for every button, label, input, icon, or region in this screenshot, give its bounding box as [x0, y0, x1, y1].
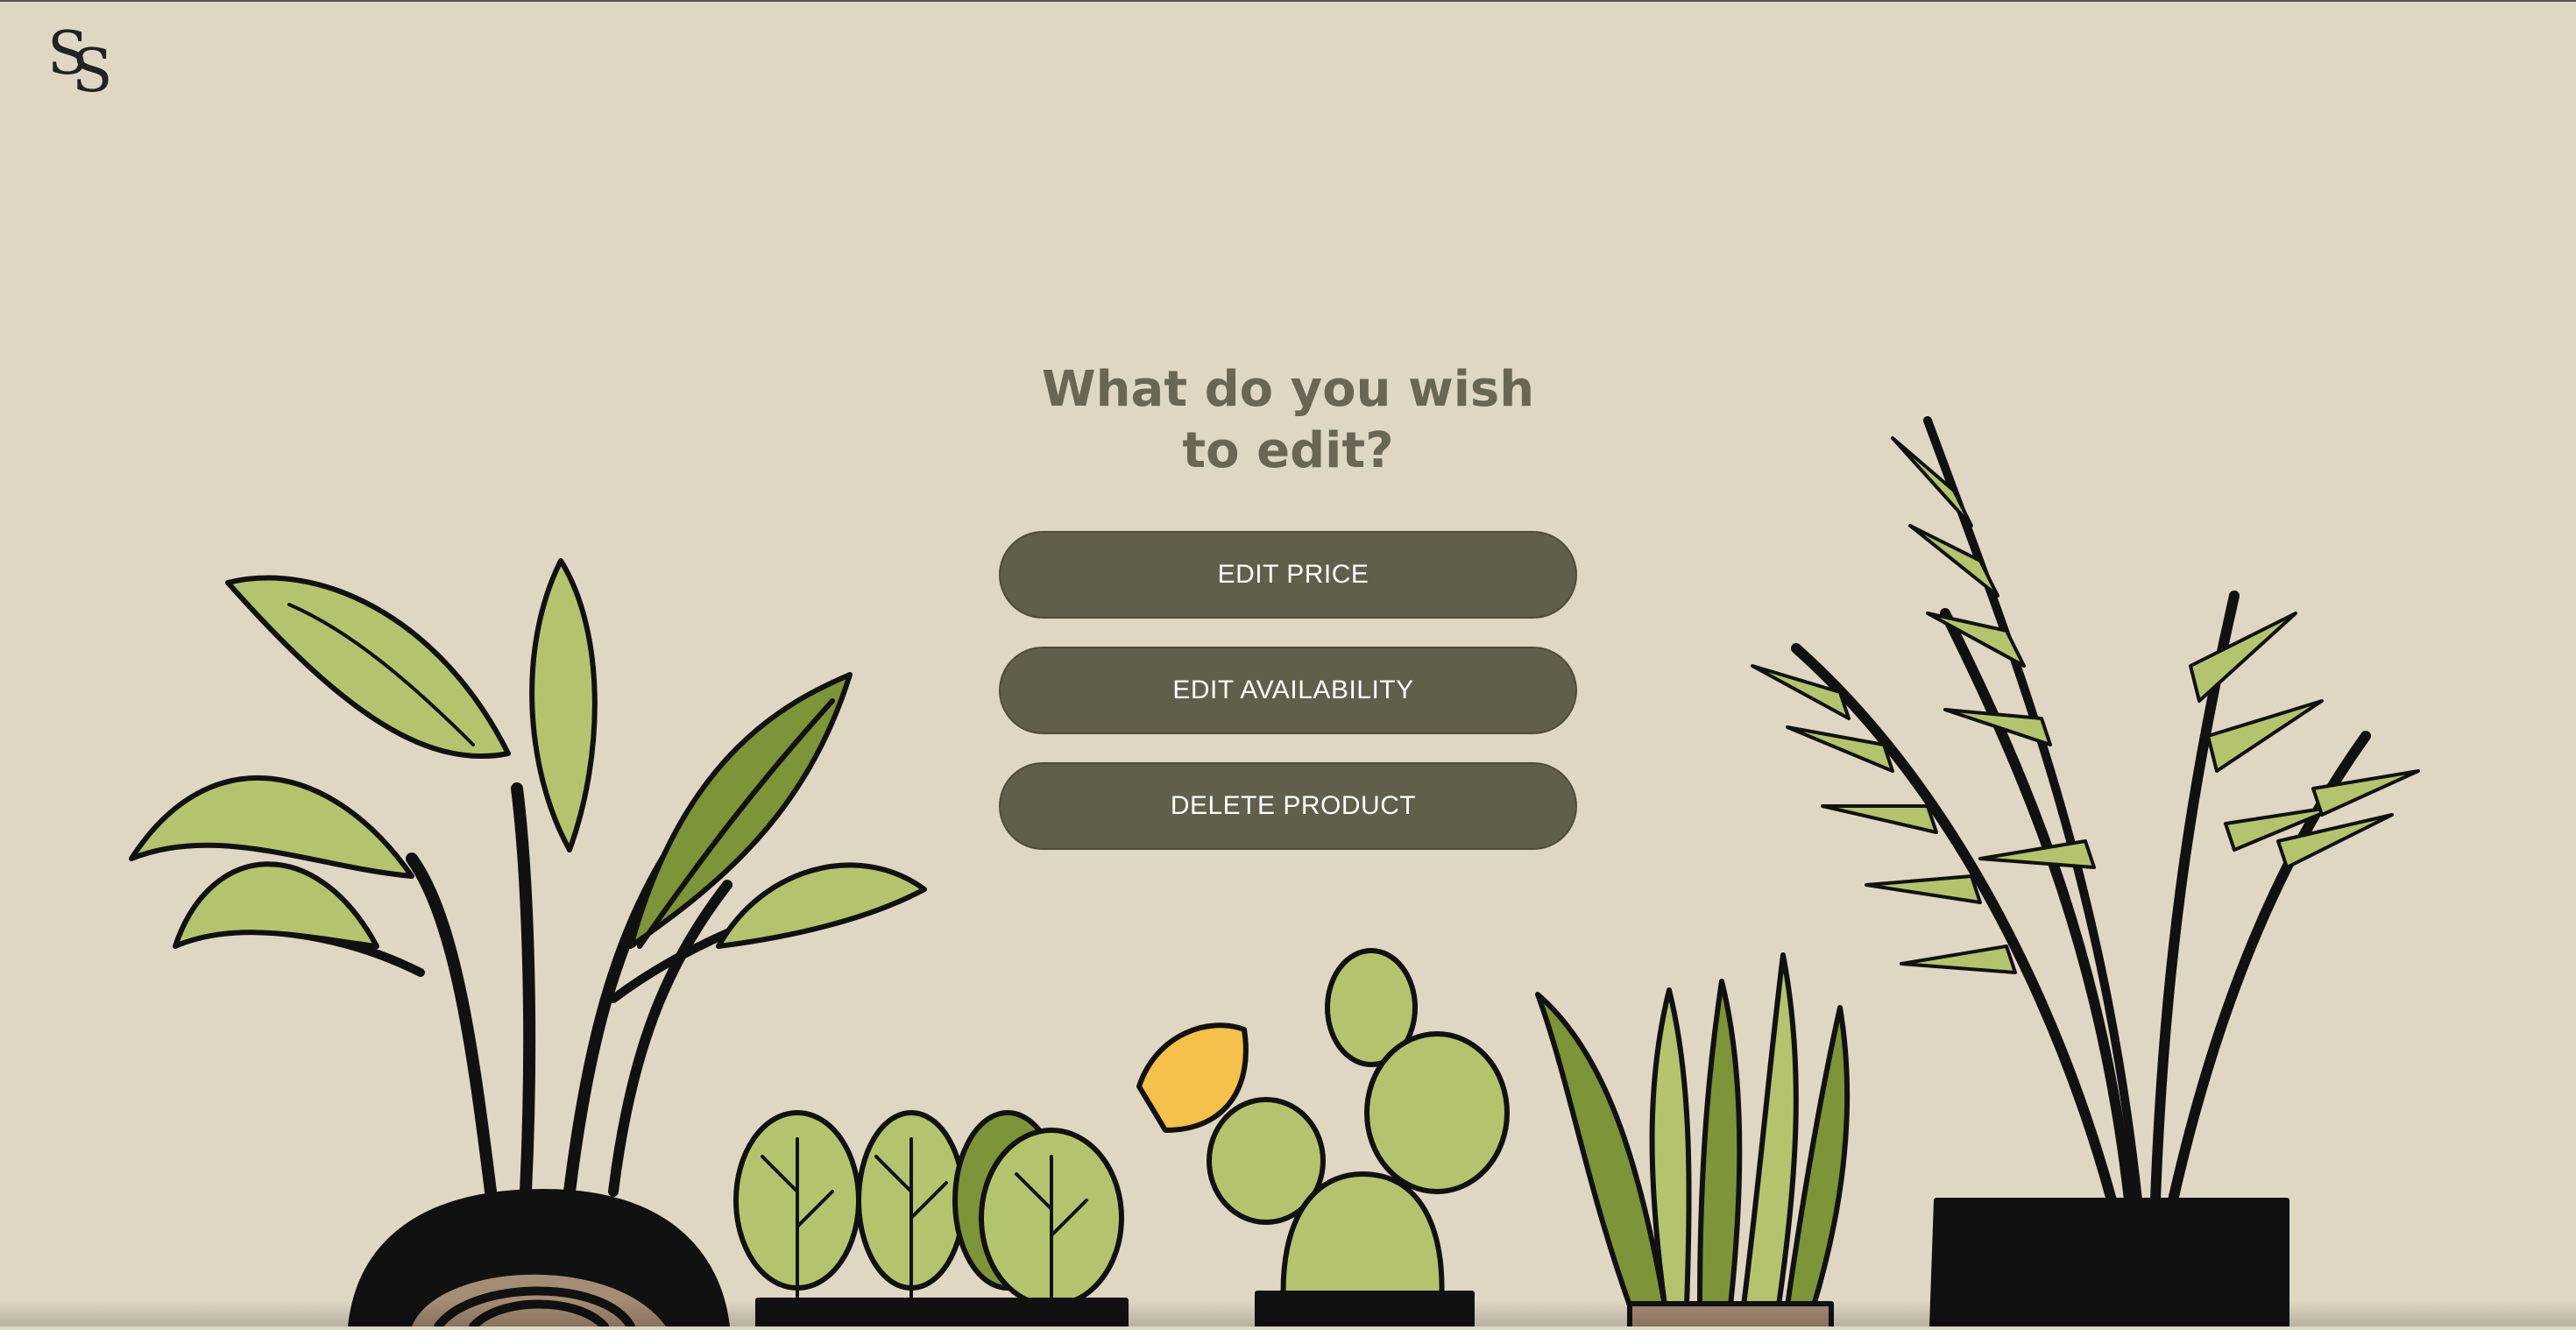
cactus-icon: [1136, 948, 1510, 1329]
brand-monogram-icon: S S: [47, 19, 113, 106]
edit-options-panel: What do you wish to edit? EDIT PRICE EDI…: [999, 359, 1577, 878]
svg-text:S: S: [72, 37, 113, 98]
edit-price-label: EDIT PRICE: [1217, 560, 1369, 589]
edit-availability-label: EDIT AVAILABILITY: [1172, 676, 1414, 704]
delete-product-button[interactable]: DELETE PRODUCT: [999, 762, 1577, 850]
aloe-icon: [1535, 952, 1851, 1330]
leafy-plant-icon: [733, 1110, 1129, 1330]
delete-product-label: DELETE PRODUCT: [1170, 791, 1417, 820]
palm-icon: [1751, 416, 2420, 1329]
edit-availability-button[interactable]: EDIT AVAILABILITY: [999, 647, 1577, 734]
edit-price-button[interactable]: EDIT PRICE: [999, 531, 1577, 619]
edit-prompt-title: What do you wish to edit?: [1041, 361, 1535, 479]
bottom-shadow: [0, 1300, 2576, 1326]
brand-logo[interactable]: S S: [46, 19, 124, 106]
